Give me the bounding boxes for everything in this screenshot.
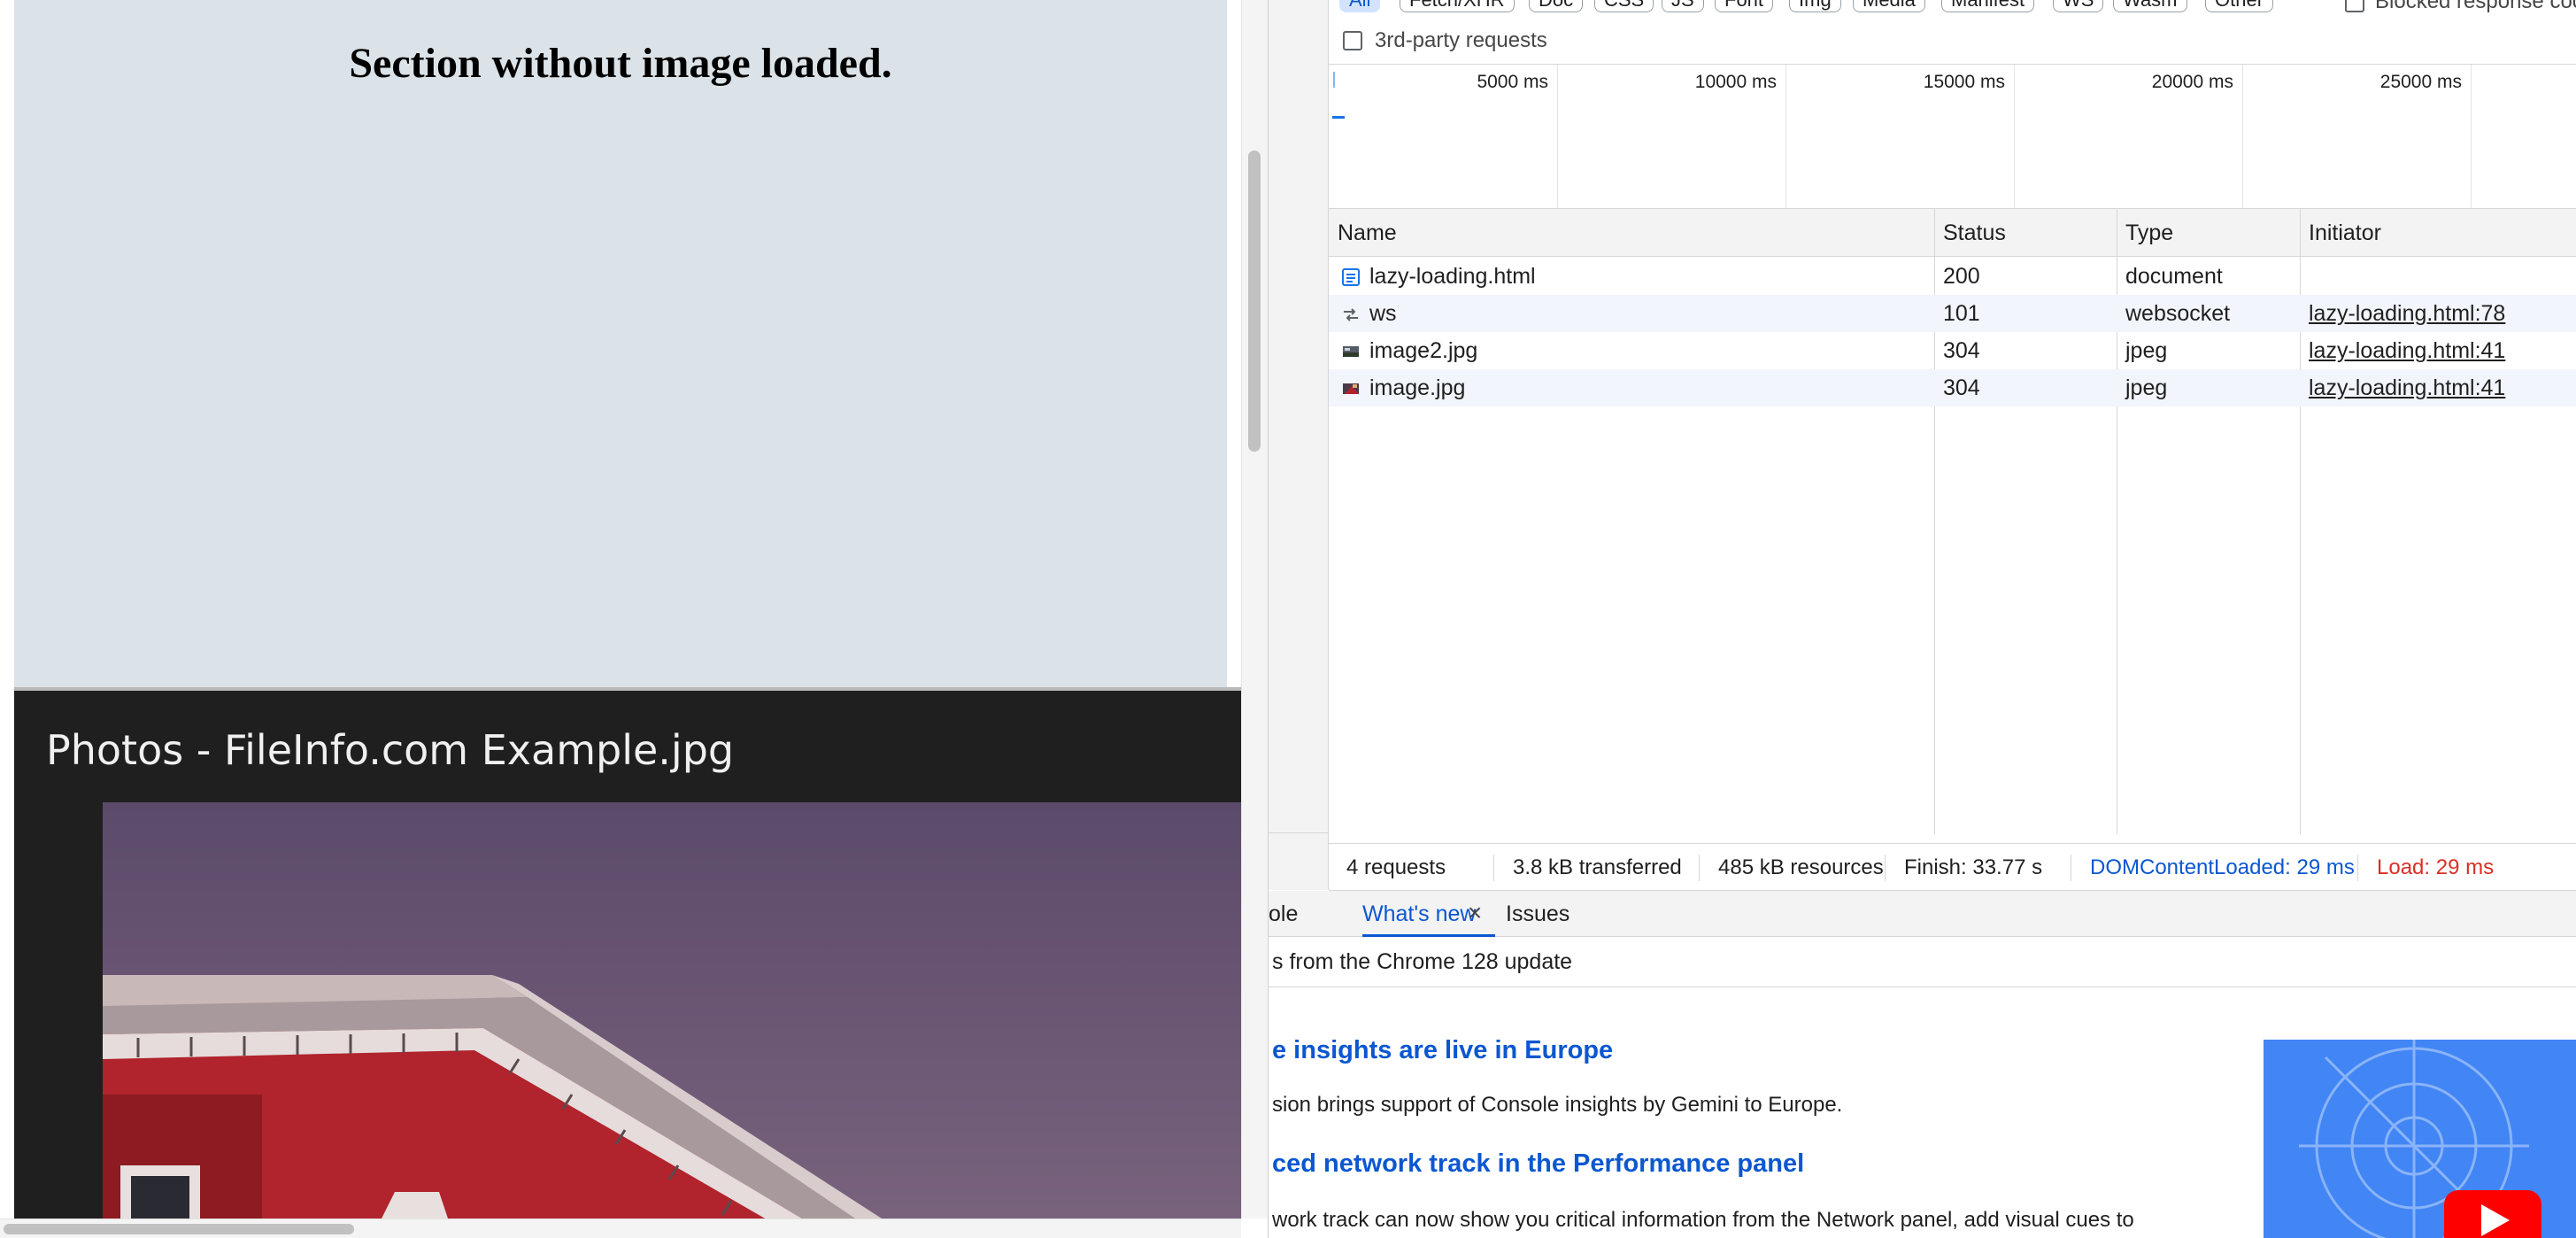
photo-window-title: Photos - FileInfo.com Example.jpg (46, 726, 735, 774)
filter-wasm[interactable]: Wasm (2113, 0, 2187, 12)
summary-dom-content-loaded: DOMContentLoaded: 29 ms (2090, 855, 2355, 879)
table-row[interactable]: image2.jpg 304 jpeg lazy-loading.html:41 (1329, 332, 2576, 369)
request-name: lazy-loading.html (1369, 264, 1536, 289)
summary-requests: 4 requests (1346, 855, 1446, 879)
close-icon[interactable]: × (1462, 900, 1488, 926)
filter-js[interactable]: JS (1662, 0, 1704, 12)
section-heading: Section without image loaded. (349, 40, 892, 87)
devtools-sidebar-edge (1269, 0, 1329, 890)
overview-request-bar (1332, 116, 1345, 119)
filter-all[interactable]: All (1339, 0, 1381, 12)
request-name: image.jpg (1369, 375, 1466, 400)
request-type: websocket (2125, 301, 2231, 326)
image-icon (1343, 383, 1359, 394)
summary-divider (1493, 855, 1494, 881)
request-initiator[interactable] (2300, 258, 2309, 295)
document-icon (1342, 268, 1360, 286)
filter-other[interactable]: Other (2205, 0, 2274, 12)
overview-start-marker (1333, 72, 1335, 88)
summary-finish: Finish: 33.77 s (1904, 855, 2043, 879)
column-header-type[interactable]: Type (2117, 209, 2173, 257)
news-body: work track can now show you critical inf… (1272, 1208, 2134, 1232)
news-title-link[interactable]: e insights are live in Europe (1272, 1036, 1613, 1065)
request-status: 200 (1943, 264, 1980, 289)
blocked-cookies-toggle[interactable]: Blocked response cookies (2345, 0, 2576, 14)
tab-whats-new-label: What's new (1362, 901, 1477, 926)
request-initiator[interactable]: lazy-loading.html:41 (2300, 332, 2505, 369)
table-header: Name Status Type Initiator (1329, 209, 2576, 257)
network-filter-bar: All Fetch/XHR Doc CSS JS Font Img Media … (1329, 0, 2576, 14)
third-party-label: 3rd-party requests (1375, 28, 1547, 52)
filter-font[interactable]: Font (1715, 0, 1774, 12)
overview-gridline (2242, 65, 2243, 208)
request-name: image2.jpg (1369, 338, 1478, 363)
table-row[interactable]: image.jpg 304 jpeg lazy-loading.html:41 (1329, 369, 2576, 406)
overview-tick-label: 25000 ms (2379, 72, 2462, 92)
devtools-panel: All Fetch/XHR Doc CSS JS Font Img Media … (1268, 0, 2576, 1238)
overview-tick-label: 15000 ms (1923, 72, 2005, 92)
filter-img[interactable]: Img (1789, 0, 1841, 12)
request-status: 304 (1943, 338, 1980, 363)
overview-gridline (2471, 65, 2472, 208)
summary-load: Load: 29 ms (2377, 855, 2495, 879)
blocked-cookies-checkbox[interactable] (2345, 0, 2364, 12)
filter-manifest[interactable]: Manifest (1941, 0, 2035, 12)
request-type: jpeg (2125, 375, 2168, 400)
loaded-image-section: Photos - FileInfo.com Example.jpg (14, 687, 1241, 1219)
request-status: 304 (1943, 375, 1980, 400)
drawer-tab-bar: ole What's new × Issues (1269, 891, 2576, 937)
column-header-name[interactable]: Name (1329, 209, 1397, 257)
page-vertical-scroll-thumb[interactable] (1248, 151, 1261, 452)
request-name: ws (1369, 301, 1397, 326)
tab-console[interactable]: ole (1269, 891, 1298, 937)
network-overview-timeline[interactable]: 5000 ms 10000 ms 15000 ms 20000 ms 25000… (1329, 64, 2576, 209)
request-type: jpeg (2125, 338, 2168, 363)
filter-fetch-xhr[interactable]: Fetch/XHR (1400, 0, 1515, 12)
building-photo (103, 802, 1241, 1219)
network-requests-table: Name Status Type Initiator lazy-loading.… (1329, 209, 2576, 834)
overview-gridline (1557, 65, 1558, 208)
blocked-cookies-label: Blocked response cookies (2375, 0, 2576, 13)
request-initiator[interactable]: lazy-loading.html:41 (2300, 369, 2505, 406)
page-viewport: Section without image loaded. Photos - F… (0, 0, 1268, 1238)
page-horizontal-scroll-thumb[interactable] (4, 1224, 354, 1234)
request-type: document (2125, 264, 2223, 289)
third-party-checkbox[interactable] (1343, 31, 1362, 50)
update-heading: s from the Chrome 128 update (1272, 949, 1573, 974)
filter-media[interactable]: Media (1853, 0, 1925, 12)
overview-tick-label: 10000 ms (1694, 72, 1777, 92)
column-header-status[interactable]: Status (1934, 209, 2006, 257)
summary-transferred: 3.8 kB transferred (1513, 855, 1682, 879)
table-row[interactable]: lazy-loading.html 200 document (1329, 258, 2576, 295)
summary-divider (2357, 855, 2358, 881)
tab-issues[interactable]: Issues (1506, 891, 1570, 937)
video-thumbnail[interactable] (2264, 1040, 2576, 1238)
third-party-requests-toggle[interactable]: 3rd-party requests (1343, 28, 1547, 53)
filter-doc[interactable]: Doc (1529, 0, 1584, 12)
overview-gridline (2014, 65, 2015, 208)
filter-css[interactable]: CSS (1594, 0, 1654, 12)
image-icon (1343, 346, 1359, 357)
overview-tick-label: 5000 ms (1477, 72, 1548, 92)
lazy-section-placeholder: Section without image loaded. (14, 0, 1227, 687)
overview-tick-label: 20000 ms (2151, 72, 2233, 92)
request-initiator[interactable]: lazy-loading.html:78 (2300, 295, 2505, 332)
news-body: sion brings support of Console insights … (1272, 1093, 1843, 1117)
network-summary-bar: 4 requests 3.8 kB transferred 485 kB res… (1329, 843, 2576, 891)
column-header-initiator[interactable]: Initiator (2300, 209, 2381, 257)
overview-gridline (1785, 65, 1786, 208)
summary-divider (1885, 855, 1886, 881)
table-row[interactable]: ws 101 websocket lazy-loading.html:78 (1329, 295, 2576, 332)
summary-resources: 485 kB resources (1718, 855, 1884, 879)
whats-new-panel: s from the Chrome 128 update e insights … (1269, 937, 2576, 1238)
filter-ws[interactable]: WS (2053, 0, 2104, 12)
summary-divider (1699, 855, 1700, 881)
request-status: 101 (1943, 301, 1980, 326)
news-title-link[interactable]: ced network track in the Performance pan… (1272, 1149, 1804, 1179)
websocket-icon (1344, 308, 1358, 321)
